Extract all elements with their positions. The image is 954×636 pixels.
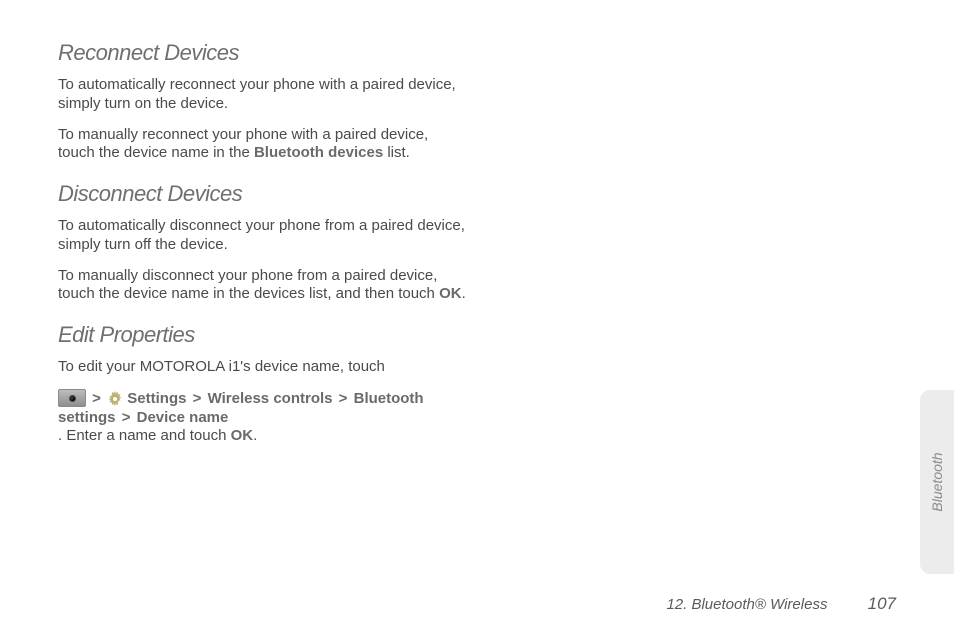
text: . xyxy=(253,427,257,444)
footer-chapter: 12. Bluetooth® Wireless xyxy=(666,596,827,613)
section-edit-properties: Edit Properties To edit your MOTOROLA i1… xyxy=(58,322,468,446)
footer-page-number: 107 xyxy=(868,594,896,613)
path-device-name: Device name xyxy=(137,409,229,426)
text: list. xyxy=(383,144,410,161)
heading-disconnect: Disconnect Devices xyxy=(58,181,468,207)
section-reconnect: Reconnect Devices To automatically recon… xyxy=(58,40,468,163)
breadcrumb-separator: > xyxy=(120,409,133,426)
bold-bluetooth-devices: Bluetooth devices xyxy=(254,144,383,161)
launcher-icon xyxy=(58,389,86,407)
nav-path: > Settings > Wireless controls xyxy=(58,389,468,428)
section-disconnect: Disconnect Devices To automatically disc… xyxy=(58,181,468,304)
heading-reconnect: Reconnect Devices xyxy=(58,40,468,66)
breadcrumb-separator: > xyxy=(90,390,103,407)
text: . xyxy=(462,285,466,302)
breadcrumb-separator: > xyxy=(337,390,350,407)
reconnect-para-1: To automatically reconnect your phone wi… xyxy=(58,76,468,114)
breadcrumb-separator: > xyxy=(191,390,204,407)
text: To manually disconnect your phone from a… xyxy=(58,267,439,303)
bold-ok: OK xyxy=(439,285,462,302)
path-wireless-controls: Wireless controls xyxy=(208,390,333,407)
page: Reconnect Devices To automatically recon… xyxy=(0,0,954,636)
side-tab-bluetooth: Bluetooth xyxy=(920,390,954,574)
edit-para-2: > Settings > Wireless controls xyxy=(58,389,468,446)
side-tab-label: Bluetooth xyxy=(929,452,945,511)
disconnect-para-2: To manually disconnect your phone from a… xyxy=(58,267,468,305)
page-footer: 12. Bluetooth® Wireless 107 xyxy=(666,594,896,614)
reconnect-para-2: To manually reconnect your phone with a … xyxy=(58,126,468,164)
gear-icon xyxy=(107,391,123,407)
bold-ok: OK xyxy=(231,427,254,444)
heading-edit-properties: Edit Properties xyxy=(58,322,468,348)
content-column: Reconnect Devices To automatically recon… xyxy=(58,40,468,464)
text: . Enter a name and touch xyxy=(58,427,231,444)
edit-para-1: To edit your MOTOROLA i1's device name, … xyxy=(58,358,468,377)
path-settings: Settings xyxy=(127,390,186,407)
disconnect-para-1: To automatically disconnect your phone f… xyxy=(58,217,468,255)
